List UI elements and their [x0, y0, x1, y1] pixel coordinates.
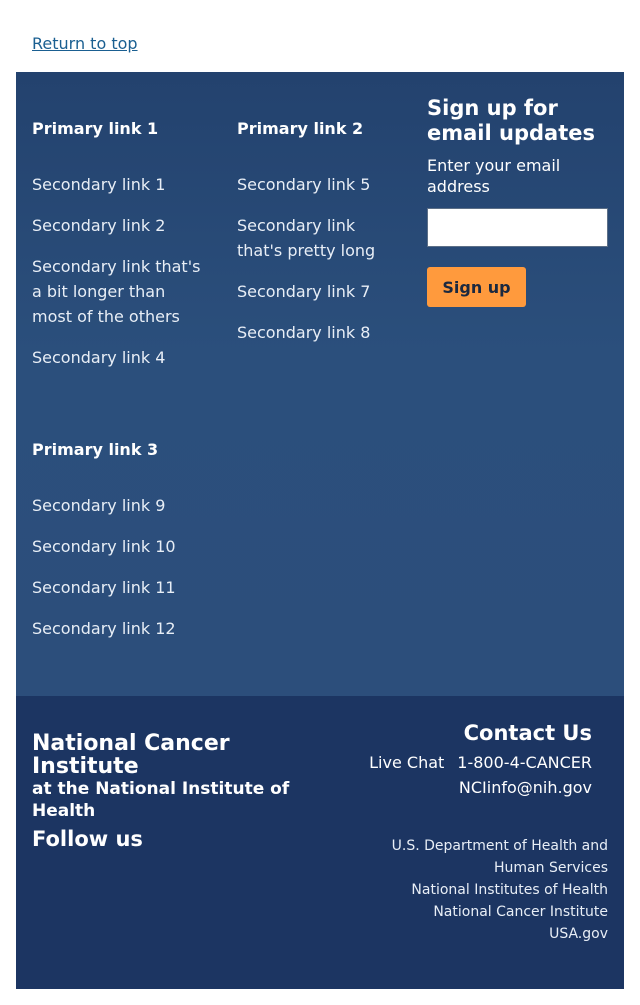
org-subtitle: at the National Institute of Health — [32, 779, 290, 821]
secondary-link-9[interactable]: Secondary link 9 — [32, 493, 207, 518]
secondary-list-1: Secondary link 1 Secondary link 2 Second… — [32, 172, 207, 370]
footer-nav-column-2: Primary link 2 Secondary link 5 Secondar… — [237, 118, 402, 361]
primary-link-3[interactable]: Primary link 3 — [32, 439, 207, 461]
return-to-top-link[interactable]: Return to top — [32, 33, 138, 55]
primary-link-2[interactable]: Primary link 2 — [237, 118, 402, 140]
primary-link-1[interactable]: Primary link 1 — [32, 118, 207, 140]
secondary-link-5[interactable]: Secondary link 5 — [237, 172, 402, 197]
org-name: National Cancer Institute — [32, 731, 230, 779]
footer-secondary-section: National Cancer Institute at the Nationa… — [16, 696, 624, 989]
secondary-link-11[interactable]: Secondary link 11 — [32, 575, 207, 600]
signup-heading: Sign up for email updates — [427, 96, 595, 145]
nci-link[interactable]: National Cancer Institute — [338, 901, 608, 923]
secondary-link-2[interactable]: Secondary link 2 — [32, 213, 207, 238]
secondary-link-6[interactable]: Secondary link that's pretty long — [237, 213, 402, 263]
contact-email-row: NCIinfo@nih.gov — [369, 775, 592, 800]
phone-link[interactable]: 1-800-4-CANCER — [457, 753, 592, 772]
contact-us: Contact Us Live Chat 1-800-4-CANCER NCIin… — [369, 720, 592, 800]
email-link[interactable]: NCIinfo@nih.gov — [459, 778, 592, 797]
secondary-list-2: Secondary link 5 Secondary link that's p… — [237, 172, 402, 345]
secondary-link-3[interactable]: Secondary link that's a bit longer than … — [32, 254, 207, 329]
government-links: U.S. Department of Health and Human Serv… — [338, 835, 608, 945]
footer-primary-section: Primary link 1 Secondary link 1 Secondar… — [16, 72, 624, 696]
contact-chat-phone-row: Live Chat 1-800-4-CANCER — [369, 750, 592, 775]
secondary-link-12[interactable]: Secondary link 12 — [32, 616, 207, 641]
secondary-link-8[interactable]: Secondary link 8 — [237, 320, 402, 345]
footer-nav-column-3: Primary link 3 Secondary link 9 Secondar… — [32, 439, 207, 657]
email-signup-form: Sign up for email updates Enter your ema… — [427, 96, 612, 307]
live-chat-link[interactable]: Live Chat — [369, 753, 444, 772]
usa-gov-link[interactable]: USA.gov — [338, 923, 608, 945]
contact-heading: Contact Us — [463, 721, 592, 745]
email-label: Enter your email address — [427, 156, 561, 196]
secondary-link-1[interactable]: Secondary link 1 — [32, 172, 207, 197]
secondary-link-4[interactable]: Secondary link 4 — [32, 345, 207, 370]
follow-us-heading: Follow us — [32, 827, 143, 851]
sign-up-button[interactable]: Sign up — [427, 267, 526, 307]
hhs-link[interactable]: U.S. Department of Health and Human Serv… — [338, 835, 608, 879]
footer-nav-column-1: Primary link 1 Secondary link 1 Secondar… — [32, 118, 207, 386]
secondary-list-3: Secondary link 9 Secondary link 10 Secon… — [32, 493, 207, 641]
page: Return to top Primary link 1 Secondary l… — [0, 0, 640, 1005]
email-input[interactable] — [427, 208, 608, 247]
secondary-link-7[interactable]: Secondary link 7 — [237, 279, 402, 304]
secondary-link-10[interactable]: Secondary link 10 — [32, 534, 207, 559]
nih-link[interactable]: National Institutes of Health — [338, 879, 608, 901]
